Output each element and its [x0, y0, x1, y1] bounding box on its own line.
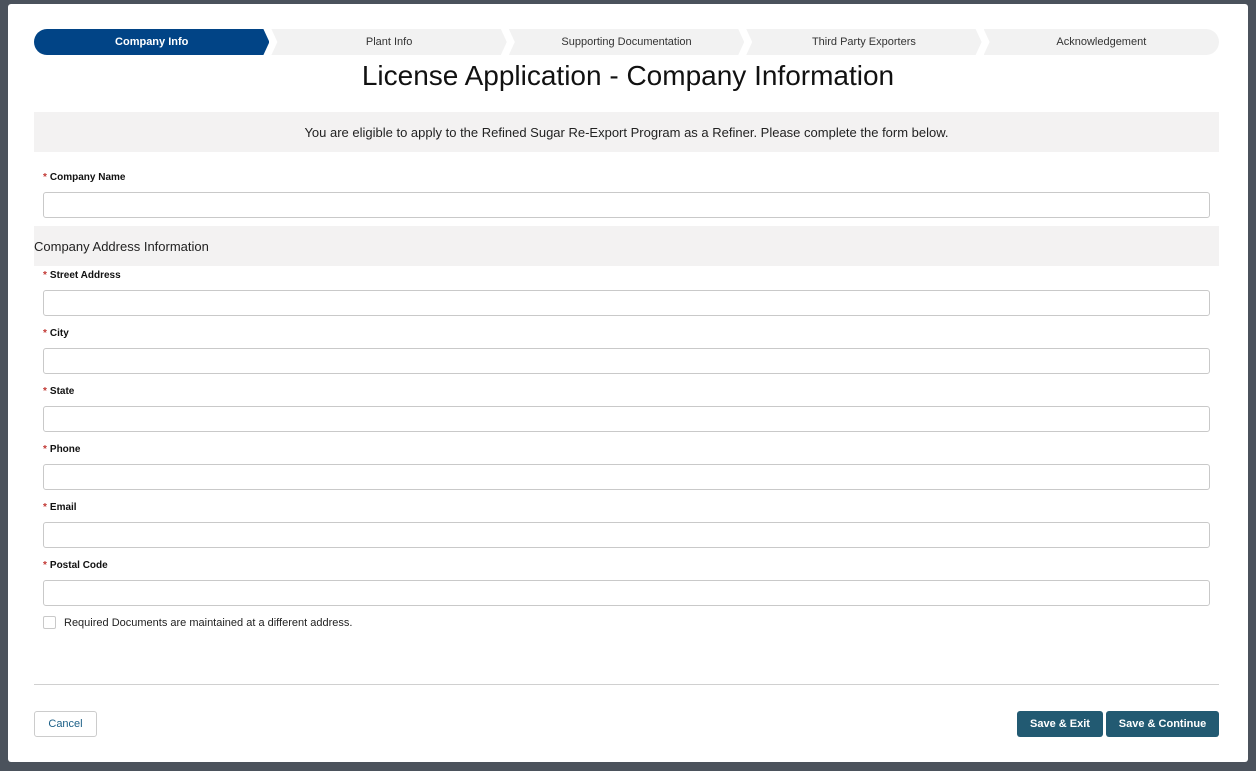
- label-text: Postal Code: [49, 560, 108, 571]
- required-marker: *: [43, 328, 47, 339]
- state-input[interactable]: [43, 406, 1210, 432]
- checkbox-label: Required Documents are maintained at a d…: [64, 616, 353, 629]
- step-plant-info[interactable]: Plant Info: [271, 29, 506, 55]
- state-label: * State: [43, 386, 1210, 402]
- step-third-party-exporters[interactable]: Third Party Exporters: [746, 29, 981, 55]
- footer-divider: [34, 684, 1219, 685]
- progress-path: Company Info Plant Info Supporting Docum…: [34, 29, 1220, 55]
- email-field: * Email: [43, 502, 1210, 548]
- state-field: * State: [43, 386, 1210, 432]
- save-continue-button[interactable]: Save & Continue: [1106, 711, 1219, 737]
- phone-input[interactable]: [43, 464, 1210, 490]
- company-name-field: * Company Name: [43, 172, 1210, 218]
- checkbox-box[interactable]: [43, 616, 56, 629]
- company-name-label: * Company Name: [43, 172, 1210, 188]
- required-marker: *: [43, 502, 47, 513]
- postal-code-field: * Postal Code: [43, 560, 1210, 606]
- step-company-info[interactable]: Company Info: [34, 29, 269, 55]
- company-name-input[interactable]: [43, 192, 1210, 218]
- required-marker: *: [43, 560, 47, 571]
- license-application-modal: Company Info Plant Info Supporting Docum…: [8, 4, 1248, 762]
- label-text: State: [49, 386, 75, 397]
- label-text: Email: [49, 502, 77, 513]
- city-input[interactable]: [43, 348, 1210, 374]
- step-supporting-documentation[interactable]: Supporting Documentation: [509, 29, 744, 55]
- section-header: Company Address Information: [34, 226, 1219, 266]
- street-address-label: * Street Address: [43, 270, 1210, 286]
- label-text: Company Name: [49, 172, 126, 183]
- street-address-field: * Street Address: [43, 270, 1210, 316]
- phone-field: * Phone: [43, 444, 1210, 490]
- required-marker: *: [43, 270, 47, 281]
- email-input[interactable]: [43, 522, 1210, 548]
- city-label: * City: [43, 328, 1210, 344]
- step-acknowledgement[interactable]: Acknowledgement: [983, 29, 1220, 55]
- cancel-button[interactable]: Cancel: [34, 711, 97, 737]
- label-text: Phone: [49, 444, 81, 455]
- save-exit-button[interactable]: Save & Exit: [1017, 711, 1103, 737]
- phone-label: * Phone: [43, 444, 1210, 460]
- label-text: City: [49, 328, 69, 339]
- different-address-checkbox[interactable]: Required Documents are maintained at a d…: [43, 616, 352, 629]
- email-label: * Email: [43, 502, 1210, 518]
- eligibility-banner: You are eligible to apply to the Refined…: [34, 112, 1219, 152]
- required-marker: *: [43, 386, 47, 397]
- city-field: * City: [43, 328, 1210, 374]
- street-address-input[interactable]: [43, 290, 1210, 316]
- postal-code-input[interactable]: [43, 580, 1210, 606]
- required-marker: *: [43, 172, 47, 183]
- postal-code-label: * Postal Code: [43, 560, 1210, 576]
- label-text: Street Address: [49, 270, 121, 281]
- page-title: License Application - Company Informatio…: [361, 60, 895, 91]
- required-marker: *: [43, 444, 47, 455]
